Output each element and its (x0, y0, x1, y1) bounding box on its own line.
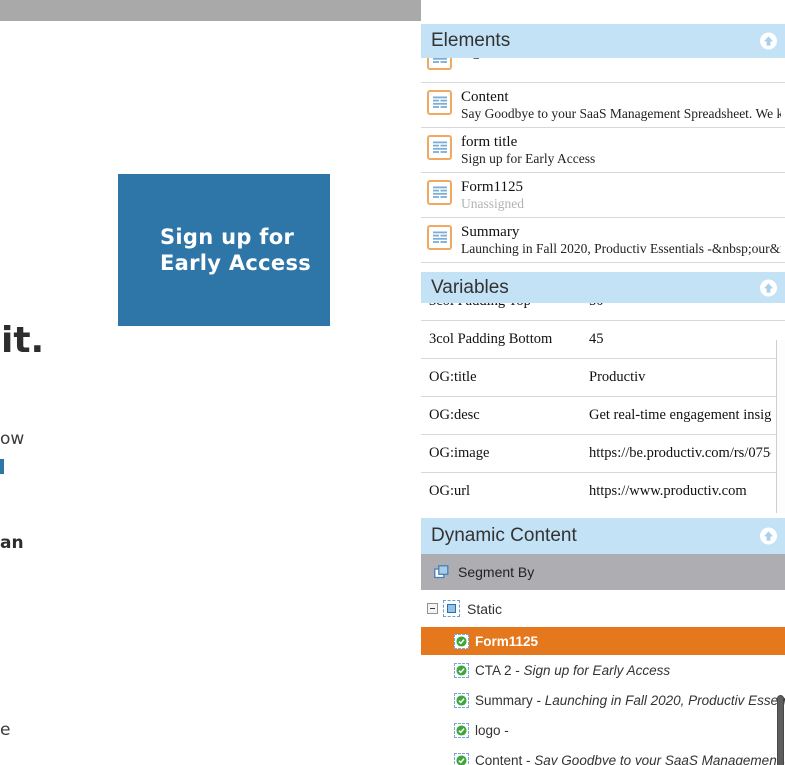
element-title: Form1125 (461, 179, 523, 195)
preview-text-fragment: ow (0, 429, 25, 449)
variable-row[interactable]: 3col Padding Bottom 45 (421, 321, 785, 359)
up-arrow-icon (763, 282, 774, 293)
variable-value[interactable]: 50 (589, 303, 771, 310)
up-arrow-icon (763, 531, 774, 541)
element-title: Content (461, 89, 509, 105)
static-tree-node[interactable]: Static (421, 590, 785, 627)
variable-value[interactable]: https://be.productiv.com/rs/075-O… (589, 445, 771, 462)
cta-button[interactable]: Sign up for Early Access (118, 174, 330, 326)
scrollbar-track[interactable] (776, 340, 785, 765)
preview-text-fragment: an (0, 533, 24, 553)
segment-by-label: Segment By (458, 564, 535, 580)
element-title: logo (461, 58, 488, 61)
element-item-form-title[interactable]: form title Sign up for Early Access (421, 128, 785, 173)
variable-value[interactable]: Get real-time engagement insights… (589, 407, 771, 424)
variable-row[interactable]: OG:desc Get real-time engagement insight… (421, 397, 785, 435)
side-panel-column: Elements logo (421, 0, 785, 765)
variable-name: 3col Padding Bottom (429, 331, 553, 347)
elements-panel: Elements logo (421, 24, 785, 263)
variables-list: 3col Padding Top 50 3col Padding Bottom … (421, 303, 785, 505)
collapse-tree-icon[interactable] (427, 603, 438, 614)
rich-text-element-icon (427, 90, 452, 115)
collapse-panel-button[interactable] (760, 279, 777, 296)
dynamic-content-panel-header[interactable]: Dynamic Content (421, 518, 785, 554)
variable-value[interactable]: https://www.productiv.com (589, 483, 771, 500)
element-item-summary[interactable]: Summary Launching in Fall 2020, Producti… (421, 218, 785, 263)
rich-text-element-icon (427, 180, 452, 205)
variable-row[interactable]: OG:url https://www.productiv.com (421, 473, 785, 505)
element-subtitle: Launching in Fall 2020, Productiv Essent… (461, 241, 781, 256)
element-subtitle: Say Goodbye to your SaaS Management Spre… (461, 106, 781, 121)
up-arrow-icon (763, 36, 774, 46)
element-item-form1125[interactable]: Form1125 Unassigned (421, 173, 785, 218)
collapse-panel-button[interactable] (760, 32, 777, 50)
static-segment-icon (443, 600, 460, 617)
landing-page-editor: Auto-saved: Oct 9, 7:56 AM PDT Preview D… (0, 0, 785, 765)
element-item-content[interactable]: Content Say Goodbye to your SaaS Managem… (421, 83, 785, 128)
variable-value[interactable]: 45 (589, 331, 771, 348)
rich-text-element-icon (427, 225, 452, 250)
variable-value[interactable]: Productiv (589, 369, 771, 386)
elements-panel-header[interactable]: Elements (421, 24, 785, 58)
variables-panel: Variables 3col Padding Top 50 3col Paddi… (421, 272, 785, 505)
segments-icon (434, 565, 449, 579)
variable-row[interactable]: 3col Padding Top 50 (421, 303, 785, 321)
elements-panel-title: Elements (431, 30, 511, 51)
approved-check-icon (454, 722, 469, 738)
rich-text-element-icon (427, 135, 452, 160)
scrollbar-thumb[interactable] (777, 695, 784, 765)
page-preview-canvas: Sign up for Early Access it. ow an e (0, 21, 421, 765)
segment-by-bar[interactable]: Segment By (421, 554, 785, 590)
dynamic-item-content[interactable]: Content - Say Goodbye to your SaaS Manag… (421, 745, 785, 765)
variable-name: OG:url (429, 483, 471, 499)
dynamic-item-form1125[interactable]: Form1125 (421, 627, 785, 655)
element-item-logo[interactable]: logo (421, 58, 785, 83)
approved-check-icon (454, 662, 469, 678)
dynamic-item-cta2[interactable]: CTA 2 - Sign up for Early Access (421, 655, 785, 685)
variables-panel-title: Variables (431, 276, 509, 298)
element-title: form title (461, 134, 518, 150)
dynamic-item-summary[interactable]: Summary - Launching in Fall 2020, Produc… (421, 685, 785, 715)
dynamic-content-panel-title: Dynamic Content (431, 525, 577, 546)
dynamic-content-panel: Dynamic Content Segment By Static Form11… (421, 518, 785, 765)
preview-link-fragment (0, 459, 4, 474)
variables-panel-header[interactable]: Variables (421, 272, 785, 303)
element-subtitle: Unassigned (461, 196, 524, 211)
approved-check-icon (454, 633, 469, 649)
approved-check-icon (454, 692, 469, 708)
static-label: Static (467, 600, 503, 617)
rich-text-element-icon (427, 58, 452, 70)
variable-name: OG:desc (429, 407, 480, 423)
approved-check-icon (454, 752, 469, 765)
variable-row[interactable]: OG:title Productiv (421, 359, 785, 397)
variable-name: 3col Padding Top (429, 303, 531, 310)
dynamic-item-logo[interactable]: logo - (421, 715, 785, 745)
elements-list: logo Content Say Goodbye to your SaaS Ma… (421, 58, 785, 263)
cta-button-label: Sign up for Early Access (160, 225, 312, 275)
preview-text-fragment: e (0, 720, 11, 740)
element-title: Summary (461, 224, 520, 240)
variable-name: OG:image (429, 445, 490, 461)
collapse-panel-button[interactable] (760, 527, 777, 545)
variable-row[interactable]: OG:image https://be.productiv.com/rs/075… (421, 435, 785, 473)
variable-name: OG:title (429, 369, 477, 385)
preview-text-fragment: it. (1, 320, 45, 361)
element-subtitle: Sign up for Early Access (461, 151, 596, 166)
